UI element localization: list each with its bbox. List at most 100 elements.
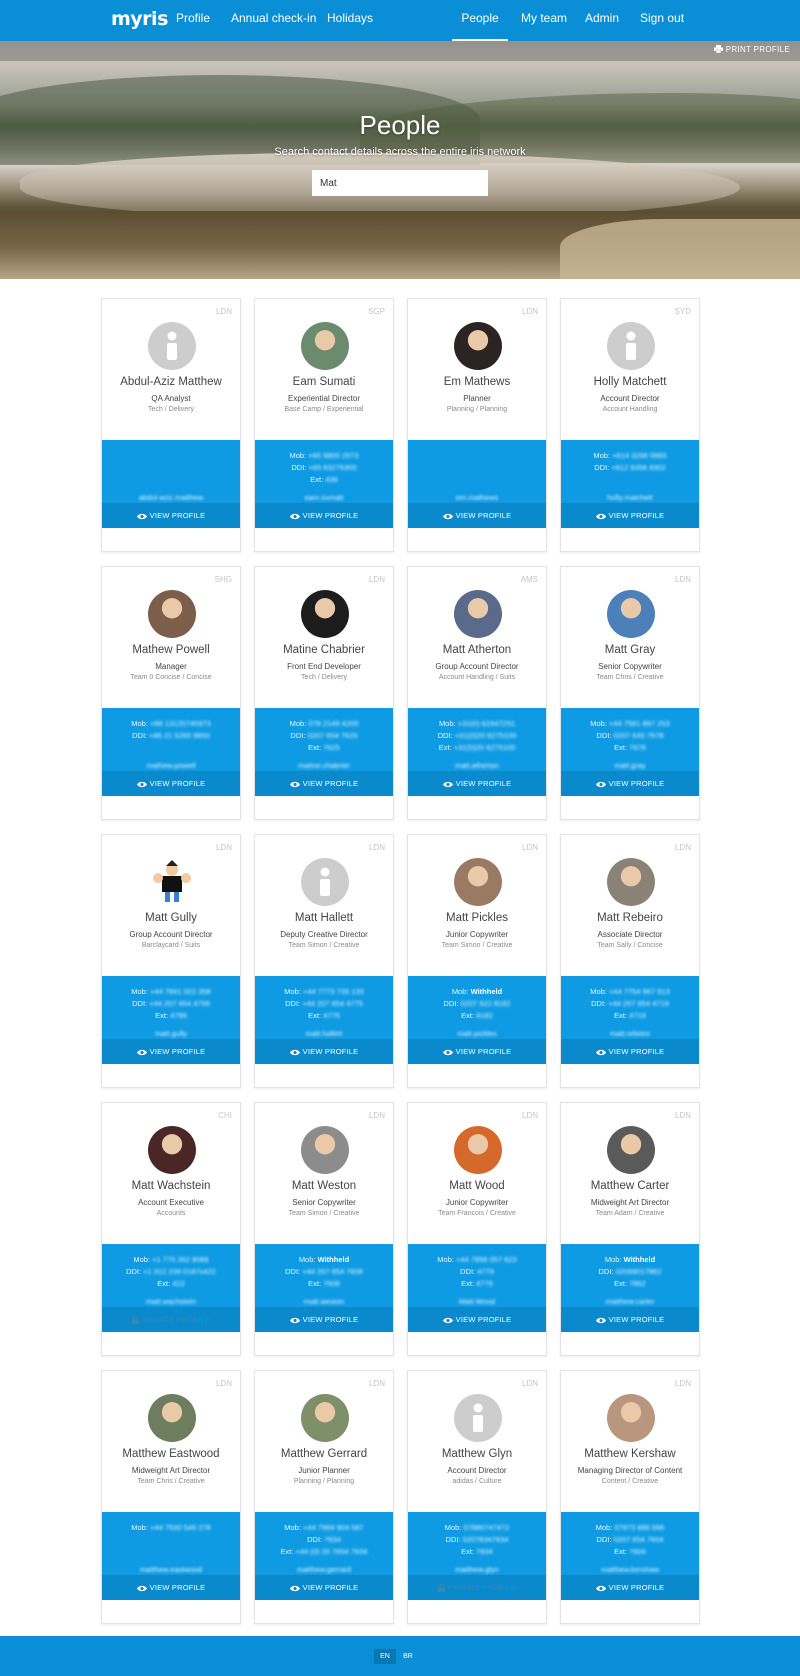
person-card[interactable]: SYD Holly Matchett Account Director Account… (560, 298, 700, 552)
view-profile-button[interactable]: VIEW PROFILE (561, 503, 699, 528)
language-en[interactable]: EN (374, 1649, 396, 1664)
ddi-number[interactable]: DDI: 4779 (408, 1267, 546, 1276)
email-user[interactable]: mathew.powell (102, 761, 240, 770)
ddi-number[interactable]: DDI: +612 9356 9302 (561, 463, 699, 472)
email-user[interactable]: matine.chabrier (255, 761, 393, 770)
email-user[interactable]: Matt.Wood (408, 1297, 546, 1306)
email-user[interactable]: matthew.kershaw (561, 1565, 699, 1574)
mobile-number[interactable]: Mob: +44 7856 057 623 (408, 1255, 546, 1264)
email-user[interactable]: matt.gray (561, 761, 699, 770)
view-profile-button[interactable]: VIEW PROFILE (255, 1039, 393, 1064)
person-card[interactable]: AMS Matt Atherton Group Account Director Ac… (407, 566, 547, 820)
nav-item-sign-out[interactable]: Sign out (640, 0, 684, 41)
person-card[interactable]: LDN Matt Rebeiro Associate Director Team Sa… (560, 834, 700, 1088)
email-user[interactable]: matt.atherton (408, 761, 546, 770)
mobile-number[interactable]: Mob: +65 9800 2573 (255, 451, 393, 460)
mobile-number[interactable]: Mob: Withheld (255, 1255, 393, 1264)
email-user[interactable]: matthew.eastwood (102, 1565, 240, 1574)
email-user[interactable]: matthew.carter (561, 1297, 699, 1306)
extension-number[interactable]: Ext: +44 (0) 20 7654 7634 (255, 1547, 393, 1556)
extension-number[interactable]: Ext: 7834 (408, 1547, 546, 1556)
email-user[interactable]: matt.hallett (255, 1029, 393, 1038)
extension-number[interactable]: Ext: 7862 (561, 1279, 699, 1288)
ddi-number[interactable]: DDI: +44 207 654 7608 (255, 1267, 393, 1276)
view-profile-button[interactable]: VIEW PROFILE (255, 1575, 393, 1600)
view-profile-button[interactable]: VIEW PROFILE (561, 1575, 699, 1600)
person-card[interactable]: LDN Matt Wood Junior Copywriter Team Franco… (407, 1102, 547, 1356)
extension-number[interactable]: Ext: 4775 (255, 1011, 393, 1020)
email-user[interactable]: matt.pickles (408, 1029, 546, 1038)
email-user[interactable]: matt.rebeiro (561, 1029, 699, 1038)
mobile-number[interactable]: Mob: 07973 886 696 (561, 1523, 699, 1532)
extension-number[interactable]: Ext: 4779 (408, 1279, 546, 1288)
nav-item-people[interactable]: People (452, 0, 508, 41)
person-card[interactable]: LDN Matt Pickles Junior Copywriter Team Sim… (407, 834, 547, 1088)
mobile-number[interactable]: Mob: +1 770 262 8086 (102, 1255, 240, 1264)
print-profile-button[interactable]: PRINT PROFILE (713, 45, 790, 54)
extension-number[interactable]: Ext: 436 (255, 475, 393, 484)
nav-item-annual-check-in[interactable]: Annual check-in (231, 0, 316, 41)
email-user[interactable]: matt.weston (255, 1297, 393, 1306)
nav-item-admin[interactable]: Admin (585, 0, 619, 41)
myris-logo[interactable]: myris (111, 8, 168, 30)
mobile-number[interactable]: Mob: +44 7773 735 133 (255, 987, 393, 996)
view-profile-button[interactable]: VIEW PROFILE (561, 1039, 699, 1064)
email-user[interactable]: holly.matchett (561, 493, 699, 502)
mobile-number[interactable]: Mob: +44 7530 546 278 (102, 1523, 240, 1532)
language-br[interactable]: BR (397, 1649, 419, 1664)
extension-number[interactable]: Ext: 7625 (255, 743, 393, 752)
extension-number[interactable]: Ext: 4719 (561, 1011, 699, 1020)
ddi-number[interactable]: DDI: +31(0)20 6275100 (408, 731, 546, 740)
view-profile-button[interactable]: VIEW PROFILE (561, 771, 699, 796)
extension-number[interactable]: Ext: 7604 (561, 1547, 699, 1556)
person-card[interactable]: SHG Mathew Powell Manager Team 0 Concise / … (101, 566, 241, 820)
person-card[interactable]: LDN Abdul-Aziz Matthew QA Analyst Tech / De… (101, 298, 241, 552)
person-card[interactable]: LDN Matt Weston Senior Copywriter Team Simo… (254, 1102, 394, 1356)
person-card[interactable]: SGP Eam Sumati Experiential Director Base C… (254, 298, 394, 552)
ddi-number[interactable]: DDI: 0207 654 7604 (561, 1535, 699, 1544)
view-profile-button[interactable]: VIEW PROFILE (102, 771, 240, 796)
view-profile-button[interactable]: VIEW PROFILE (408, 771, 546, 796)
view-profile-button[interactable]: VIEW PROFILE (102, 1039, 240, 1064)
ddi-number[interactable]: DDI: +86 21 5265 9850 (102, 731, 240, 740)
ddi-number[interactable]: DDI: +1 312 239 0187x422 (102, 1267, 240, 1276)
mobile-number[interactable]: Mob: +86 13120745973 (102, 719, 240, 728)
ddi-number[interactable]: DDI: 0207 645 7678 (561, 731, 699, 740)
mobile-number[interactable]: Mob: +44 7969 904 587 (255, 1523, 393, 1532)
person-card[interactable]: LDN Matine Chabrier Front End Developer Tec… (254, 566, 394, 820)
view-profile-button[interactable]: VIEW PROFILE (102, 1575, 240, 1600)
mobile-number[interactable]: Mob: +44 7754 967 513 (561, 987, 699, 996)
ddi-number[interactable]: DDI: +44 207 654 4719 (561, 999, 699, 1008)
person-card[interactable]: LDN Em Mathews Planner Planning / Planning e… (407, 298, 547, 552)
nav-item-my-team[interactable]: My team (521, 0, 567, 41)
view-profile-button[interactable]: VIEW PROFILE (408, 503, 546, 528)
mobile-number[interactable]: Mob: +614 3266 0893 (561, 451, 699, 460)
ddi-number[interactable]: DDI: 0207 922 8182 (408, 999, 546, 1008)
mobile-number[interactable]: Mob: +44 7581 897 253 (561, 719, 699, 728)
view-profile-button[interactable]: VIEW PROFILE (408, 1039, 546, 1064)
nav-item-holidays[interactable]: Holidays (327, 0, 373, 41)
view-profile-button[interactable]: VIEW PROFILE (255, 1307, 393, 1332)
mobile-number[interactable]: Mob: 07880747472 (408, 1523, 546, 1532)
email-user[interactable]: matthew.glyn (408, 1565, 546, 1574)
view-profile-button[interactable]: VIEW PROFILE (255, 503, 393, 528)
email-user[interactable]: em.mathews (408, 493, 546, 502)
person-card[interactable]: LDN Matt Gully Group Account Director Barcl… (101, 834, 241, 1088)
ddi-number[interactable]: DDI: 02078347834 (408, 1535, 546, 1544)
email-user[interactable]: abdul-aziz.matthew (102, 493, 240, 502)
nav-item-profile[interactable]: Profile (176, 0, 210, 41)
person-card[interactable]: LDN Matthew Glyn Account Director adidas / … (407, 1370, 547, 1624)
person-card[interactable]: LDN Matt Gray Senior Copywriter Team Chris … (560, 566, 700, 820)
view-profile-button[interactable]: VIEW PROFILE (408, 1307, 546, 1332)
person-card[interactable]: LDN Matthew Gerrard Junior Planner Planning… (254, 1370, 394, 1624)
person-card[interactable]: LDN Matt Hallett Deputy Creative Director T… (254, 834, 394, 1088)
ddi-number[interactable]: DDI: 02099017862 (561, 1267, 699, 1276)
ddi-number[interactable]: DDI: 7634 (255, 1535, 393, 1544)
ddi-number[interactable]: DDI: +44 207 654 4775 (255, 999, 393, 1008)
extension-number[interactable]: Ext: 7678 (561, 743, 699, 752)
mobile-number[interactable]: Mob: +44 7841 022 358 (102, 987, 240, 996)
view-profile-button[interactable]: VIEW PROFILE (255, 771, 393, 796)
extension-number[interactable]: Ext: +31(0)20 6275100 (408, 743, 546, 752)
ddi-number[interactable]: DDI: +44 207 654 4799 (102, 999, 240, 1008)
person-card[interactable]: CHI Matt Wachstein Account Executive Accoun… (101, 1102, 241, 1356)
